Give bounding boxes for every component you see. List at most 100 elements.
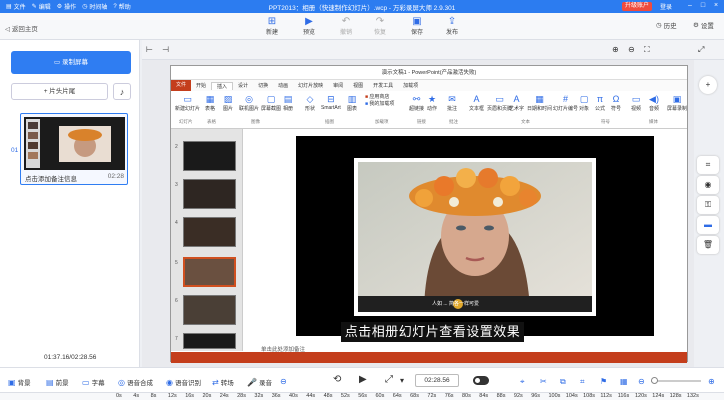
menu-edit[interactable]: ✎ 编辑 [32,2,51,11]
back-home-button[interactable]: ◁ 返回主页 [5,23,38,33]
ppt-tab-slideshow: 幻灯片放映 [298,83,324,89]
grid-icon[interactable]: ▦ [620,377,628,386]
crop-timeline-icon[interactable]: ⌗ [580,377,585,387]
ppt-album: ▤ 相册 [283,94,294,112]
tool-subtitle[interactable]: ▭ 字幕 [82,377,105,388]
split-icon[interactable]: ⌖ [520,377,525,387]
snap-toggle[interactable] [473,376,489,385]
slide-thumb-5 [183,257,236,287]
copy-icon[interactable]: ⧉ [560,377,566,387]
ppt-object: ▢ 对象 [579,94,590,112]
upgrade-account-button[interactable]: 升级账户 [622,2,653,11]
close-icon[interactable]: × [712,2,720,10]
zoom-in-icon[interactable]: ⊕ [612,45,619,54]
fit-screen-icon[interactable]: ⛶ [644,45,650,55]
menu-help[interactable]: ? 帮助 [113,2,130,12]
main-toolbar: ◁ 返回主页 ⊞ 新建 ▶ 预览 ↶ 撤销 ↷ 恢复 ▣ 保存 ⇪ 发布 ◷ 历史 ⚙ 设置 [0,13,724,40]
ppt-tab-design: 设计 [238,83,249,89]
expand-icon[interactable]: ⤢ [385,374,393,385]
save-button[interactable]: ▣ 保存 [406,16,428,36]
ppt-tab-animations: 动画 [278,83,289,89]
menu-timeline[interactable]: ◷ 时间轴 [82,2,107,11]
tool-transition[interactable]: ⇄ 转场 [212,377,234,388]
slide-number-3: 3 [175,182,178,188]
ppt-tab-transitions: 切换 [258,83,269,89]
music-icon[interactable]: ♪ [113,83,131,100]
timeline-zoom-slider[interactable] [651,377,701,384]
timeline-zoom-out-icon[interactable]: ⊖ [638,377,645,386]
timeline-tick: 64s [392,393,402,399]
slide-thumb-6 [183,295,236,325]
lock-icon[interactable]: ⚿ [697,196,719,214]
redo-button[interactable]: ↷ 恢复 [369,16,391,36]
publish-button[interactable]: ⇪ 发布 [441,16,463,36]
record-screen-button[interactable]: ▭ 录制屏幕 [11,51,131,74]
tool-background[interactable]: ▣ 背景 [8,377,31,388]
add-icon[interactable]: + [699,76,717,94]
album-icon: ▤ [283,94,293,104]
time-input[interactable]: 02:28.56 [415,374,459,387]
new-button[interactable]: ⊞ 新建 [261,16,283,36]
menu-operation[interactable]: ⚙ 操作 [57,2,76,11]
distribute-icon[interactable]: ⊣ [162,45,169,54]
tool-tts[interactable]: ◎ 语音合成 [118,377,153,388]
redo-icon: ↷ [375,16,385,27]
settings-button[interactable]: ⚙ 设置 [693,20,714,30]
group-links: 链接 [417,119,426,124]
zoom-out-icon[interactable]: ⊖ [628,45,635,54]
tool-foreground[interactable]: ▤ 前景 [46,377,69,388]
tts-icon: ◎ [118,377,125,387]
timeline-tick: 116s [617,393,630,399]
screen-icon[interactable]: ▬ [697,216,719,234]
history-button[interactable]: ◷ 历史 [656,20,677,30]
timeline-tick: 72s [427,393,437,399]
timeline-zoom-in-icon[interactable]: ⊕ [708,377,715,386]
scene-thumbnail-image [24,117,125,170]
subtitle-icon: ▭ [82,377,90,387]
camera-icon[interactable]: ◉ [697,176,719,194]
timeline-zoom-knob[interactable] [651,377,658,384]
subtitle-overlay[interactable]: 点击相册幻灯片查看设置效果 [341,322,524,342]
minimize-icon[interactable]: – [686,2,694,10]
chevron-down-icon[interactable]: ▾ [400,376,404,385]
play-icon[interactable]: ▶ [359,374,367,385]
timeline-ruler[interactable]: 0s 4s 8s 12s 16s 20s 24s 28s 32s 36s 40s 44s 48s 52s 5… [0,392,724,400]
slide-number-6: 6 [175,298,178,304]
slide-thumb-2 [183,141,236,171]
new-icon: ⊞ [267,16,277,27]
crop-icon[interactable]: ⌗ [697,156,719,174]
edit-menu-icon: ✎ [31,4,37,10]
fullscreen-icon[interactable]: ⤢ [698,45,704,55]
rewind-icon[interactable]: ⟲ [333,374,341,385]
timeline-tick: 124s [652,393,665,399]
ppt-video: ▭ 视频 [631,94,642,112]
scene-caption[interactable]: 点击添加备注信息 [25,173,77,183]
marker-icon[interactable]: ⚑ [600,377,607,386]
picture-icon: ▨ [223,94,233,104]
group-tables: 表格 [207,119,216,124]
current-time-readout: 01:37.16/02:28.56 [44,354,97,361]
publish-icon: ⇪ [447,16,457,27]
scene-thumbnail[interactable]: 点击添加备注信息 02:28 [20,113,128,185]
group-media: 媒体 [649,119,658,124]
timeline-tick: 84s [479,393,489,399]
ppt-picture: ▨ 图片 [223,94,234,112]
preview-button[interactable]: ▶ 预览 [298,16,320,36]
undo-button[interactable]: ↶ 撤销 [335,16,357,36]
menu-file[interactable]: ▤ 文件 [6,2,26,11]
zoom-out-timeline-icon[interactable]: ⊖ [280,377,287,386]
tool-record-audio[interactable]: 🎤 录音 [247,377,272,388]
slide-number-7: 7 [175,336,178,342]
maximize-icon[interactable]: □ [699,2,707,10]
timeline-tick: 76s [444,393,454,399]
tool-speech-recognition[interactable]: ◉ 语音识别 [166,377,201,388]
trash-icon[interactable]: 🗑 [697,236,719,254]
timeline-tick: 28s [237,393,246,399]
window-title: PPT2013：相册（快速制作幻灯片）.wcp - 万彩录屏大师 2.9.301 [268,4,456,12]
login-button[interactable]: 登录 [660,2,672,11]
ppt-main-slide: 人如 ... 简各一样可爱 [296,136,654,336]
smartart-icon: ⊟ [327,94,335,104]
align-icon[interactable]: ⊢ [146,45,153,54]
cut-icon[interactable]: ✂ [540,377,547,386]
add-head-tail-button[interactable]: + 片头片尾 [11,83,108,100]
